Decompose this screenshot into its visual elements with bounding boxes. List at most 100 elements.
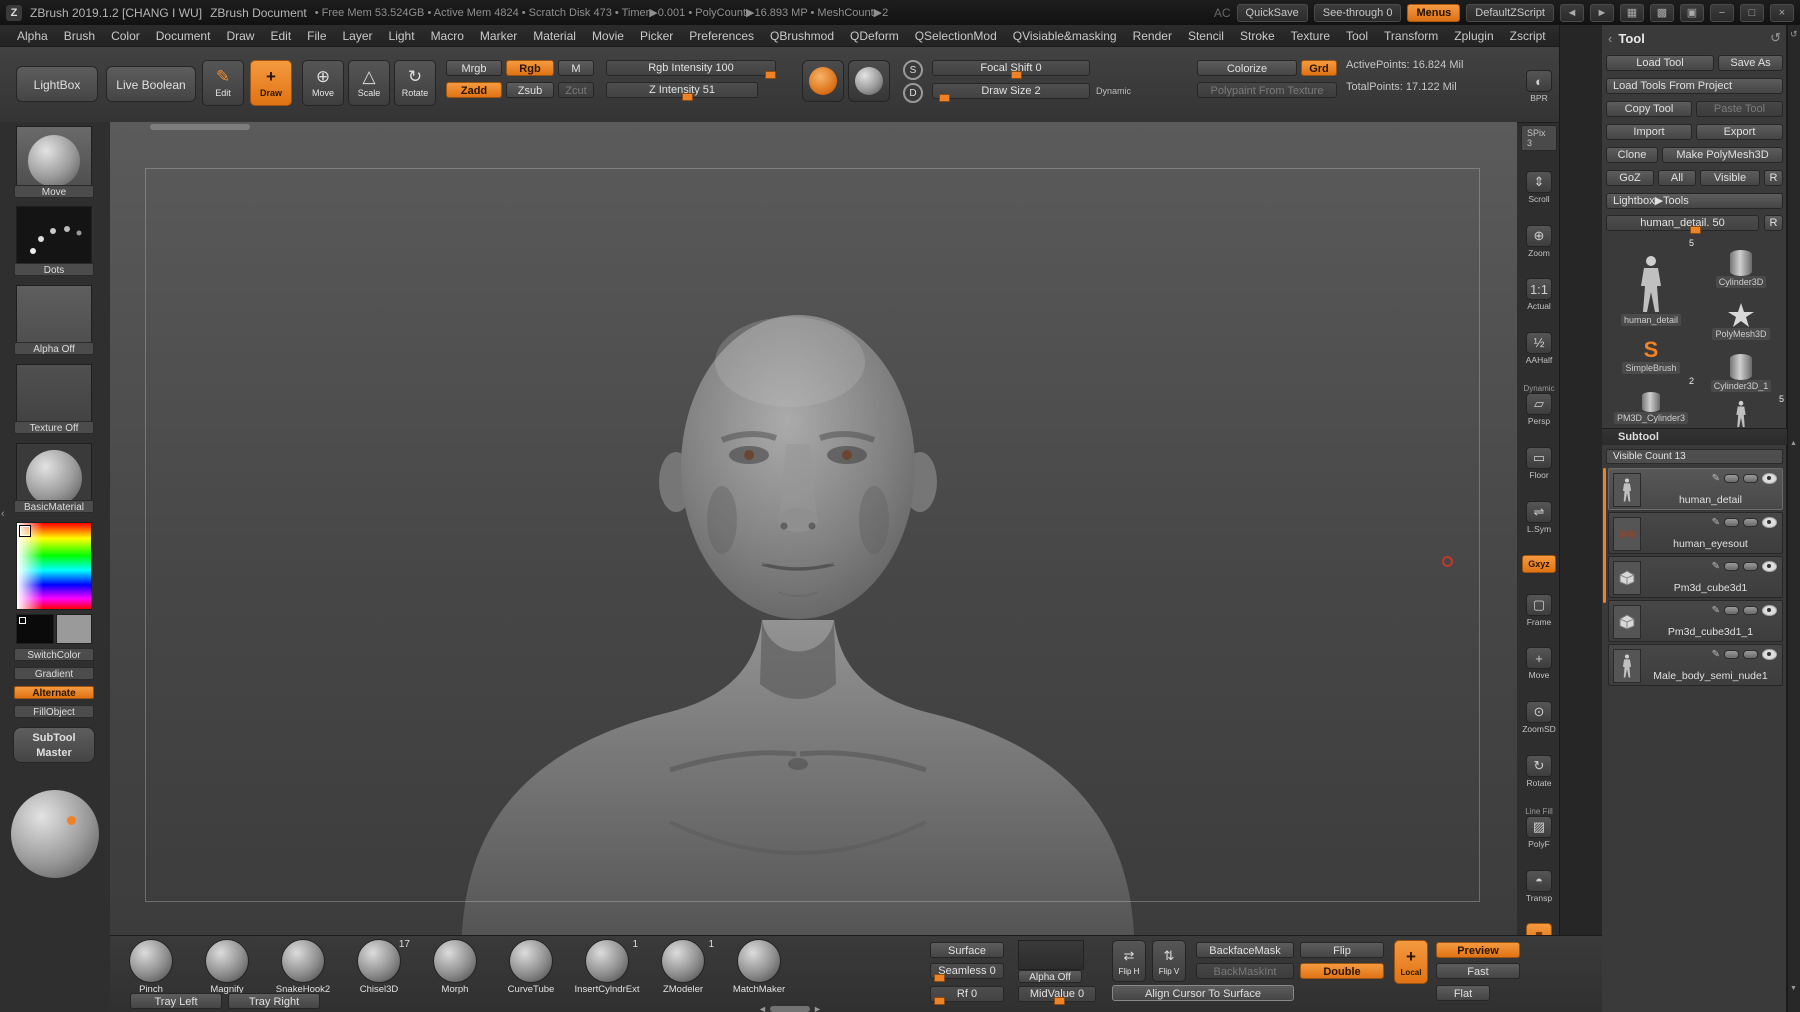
lightbox-button[interactable]: LightBox	[16, 66, 98, 102]
right-strip-button[interactable]: + Move	[1521, 647, 1557, 680]
quicksave-button[interactable]: QuickSave	[1237, 4, 1308, 22]
alternate-button[interactable]: Alternate	[14, 686, 94, 699]
scroll-right-icon[interactable]: ►	[813, 1004, 822, 1012]
menu-item[interactable]: Material	[526, 27, 583, 45]
polypaint-from-texture-button[interactable]: Polypaint From Texture	[1197, 82, 1337, 98]
right-strip-button[interactable]: Dynamic ▱ Persp	[1521, 385, 1557, 426]
paste-tool-button[interactable]: Paste Tool	[1696, 101, 1783, 117]
slider-handle[interactable]	[1011, 71, 1022, 79]
menu-item[interactable]: Transform	[1377, 27, 1445, 45]
right-strip-button[interactable]: ⊕ Zoom	[1521, 225, 1557, 258]
uv-toggle-icon[interactable]	[1743, 474, 1758, 483]
menu-item[interactable]: QDeform	[843, 27, 906, 45]
scroll-left-icon[interactable]: ◄	[758, 1004, 767, 1012]
mrgb-button[interactable]: Mrgb	[446, 60, 502, 76]
slider-handle[interactable]	[934, 974, 945, 982]
right-strip-button[interactable]: Line Fill ▨ PolyF	[1521, 808, 1557, 849]
right-strip-button[interactable]: ↻ Rotate	[1521, 755, 1557, 788]
material-thumbnail[interactable]	[848, 60, 890, 102]
menu-item[interactable]: Preferences	[682, 27, 761, 45]
menu-item[interactable]: Texture	[1284, 27, 1337, 45]
load-tool-button[interactable]: Load Tool	[1606, 55, 1714, 71]
double-button[interactable]: Double	[1300, 963, 1384, 979]
alpha-off-button[interactable]: Alpha Off	[1018, 970, 1082, 983]
flip-h-button[interactable]: ⇄ Flip H	[1112, 940, 1146, 982]
visibility-eye-icon[interactable]	[1762, 517, 1777, 528]
surface-button[interactable]: Surface	[930, 942, 1004, 958]
shader-toggle-icon[interactable]	[1724, 606, 1739, 615]
grd-button[interactable]: Grd	[1301, 60, 1337, 76]
minimize-button[interactable]: −	[1710, 4, 1734, 22]
brush-slot[interactable]: MatchMaker	[736, 939, 782, 995]
right-strip-button[interactable]: Gxyz	[1521, 554, 1557, 573]
edit-mode-button[interactable]: ✎ Edit	[202, 60, 244, 106]
menu-item[interactable]: Draw	[219, 27, 261, 45]
menu-item[interactable]: Layer	[336, 27, 380, 45]
right-strip-button[interactable]: 1:1 Actual	[1521, 278, 1557, 311]
tool-slot[interactable]: 5 human_detail	[1608, 240, 1694, 326]
brush-slot[interactable]: CurveTube	[508, 939, 554, 995]
flip-button[interactable]: Flip	[1300, 942, 1384, 958]
slider-handle[interactable]	[939, 94, 950, 102]
brush-slot[interactable]: 1 ZModeler	[660, 939, 706, 995]
right-strip-button[interactable]: SPix 3	[1521, 124, 1557, 151]
fill-object-button[interactable]: FillObject	[14, 705, 94, 718]
uv-toggle-icon[interactable]	[1743, 606, 1758, 615]
load-tools-from-project-button[interactable]: Load Tools From Project	[1606, 78, 1783, 94]
see-through-slider[interactable]: See-through 0	[1314, 4, 1402, 22]
layout-grid-icon[interactable]: ▦	[1620, 4, 1644, 22]
left-tray-collapse-arrow[interactable]: ‹	[1, 508, 5, 520]
subtool-section-header[interactable]: Subtool	[1602, 428, 1787, 445]
goz-r-button[interactable]: R	[1764, 170, 1783, 186]
right-strip-button[interactable]: ⇕ Scroll	[1521, 171, 1557, 204]
visibility-eye-icon[interactable]	[1762, 561, 1777, 572]
tool-slot[interactable]: S SimpleBrush	[1608, 330, 1694, 374]
edge-scroll-down-icon[interactable]: ▼	[1790, 985, 1797, 992]
slider-handle[interactable]	[682, 93, 693, 101]
default-zscript-button[interactable]: DefaultZScript	[1466, 4, 1554, 22]
menu-item[interactable]: QBrushmod	[763, 27, 841, 45]
gradient-button[interactable]: Gradient	[14, 667, 94, 680]
rotate-mode-button[interactable]: ↻ Rotate	[394, 60, 436, 106]
scale-mode-button[interactable]: △ Scale	[348, 60, 390, 106]
backface-mask-button[interactable]: BackfaceMask	[1196, 942, 1294, 958]
menu-item[interactable]: Light	[382, 27, 422, 45]
colorize-button[interactable]: Colorize	[1197, 60, 1297, 76]
current-tool-r-button[interactable]: R	[1764, 215, 1783, 231]
menu-item[interactable]: Movie	[585, 27, 631, 45]
menu-item[interactable]: Zscript	[1503, 27, 1553, 45]
goz-button[interactable]: GoZ	[1606, 170, 1654, 186]
polypaint-icon[interactable]: ✎	[1712, 561, 1720, 572]
uv-toggle-icon[interactable]	[1743, 518, 1758, 527]
tray-divider[interactable]	[1559, 25, 1604, 1012]
canvas-bottom-scrollbar[interactable]	[770, 1006, 810, 1012]
menu-item[interactable]: Alpha	[10, 27, 55, 45]
dynamic-picker-icon[interactable]: D	[903, 83, 923, 103]
copy-tool-button[interactable]: Copy Tool	[1606, 101, 1692, 117]
menu-item[interactable]: Tool	[1339, 27, 1375, 45]
dock-right-icon[interactable]: ►	[1590, 4, 1614, 22]
subtool-master-button[interactable]: SubTool Master	[13, 727, 95, 763]
focal-shift-slider[interactable]: Focal Shift 0	[932, 60, 1090, 76]
canvas-h-scrollbar[interactable]	[150, 124, 250, 130]
color-picker[interactable]	[16, 522, 92, 610]
current-tool-slider[interactable]: human_detail. 50	[1606, 215, 1759, 231]
subtool-row[interactable]: ✎ Male_body_semi_nude1	[1608, 644, 1783, 686]
right-strip-button[interactable]: ⇌ L.Sym	[1521, 501, 1557, 534]
midvalue-slider[interactable]: MidValue 0	[1018, 986, 1096, 1002]
polypaint-icon[interactable]: ✎	[1712, 649, 1720, 660]
tray-right-button[interactable]: Tray Right	[228, 993, 320, 1009]
import-button[interactable]: Import	[1606, 124, 1692, 140]
make-polymesh3d-button[interactable]: Make PolyMesh3D	[1662, 147, 1783, 163]
menu-item[interactable]: Zplugin	[1447, 27, 1500, 45]
subtool-row[interactable]: ✎ Pm3d_cube3d1	[1608, 556, 1783, 598]
brush-slot[interactable]: Pinch	[128, 939, 174, 995]
zsub-button[interactable]: Zsub	[506, 82, 554, 98]
dock-left-icon[interactable]: ◄	[1560, 4, 1584, 22]
layout-grid2-icon[interactable]: ▩	[1650, 4, 1674, 22]
clone-button[interactable]: Clone	[1606, 147, 1658, 163]
slider-handle[interactable]	[1690, 226, 1701, 234]
polypaint-icon[interactable]: ✎	[1712, 473, 1720, 484]
stroke-picker-icon[interactable]: S	[903, 60, 923, 80]
menu-item[interactable]: Stroke	[1233, 27, 1282, 45]
